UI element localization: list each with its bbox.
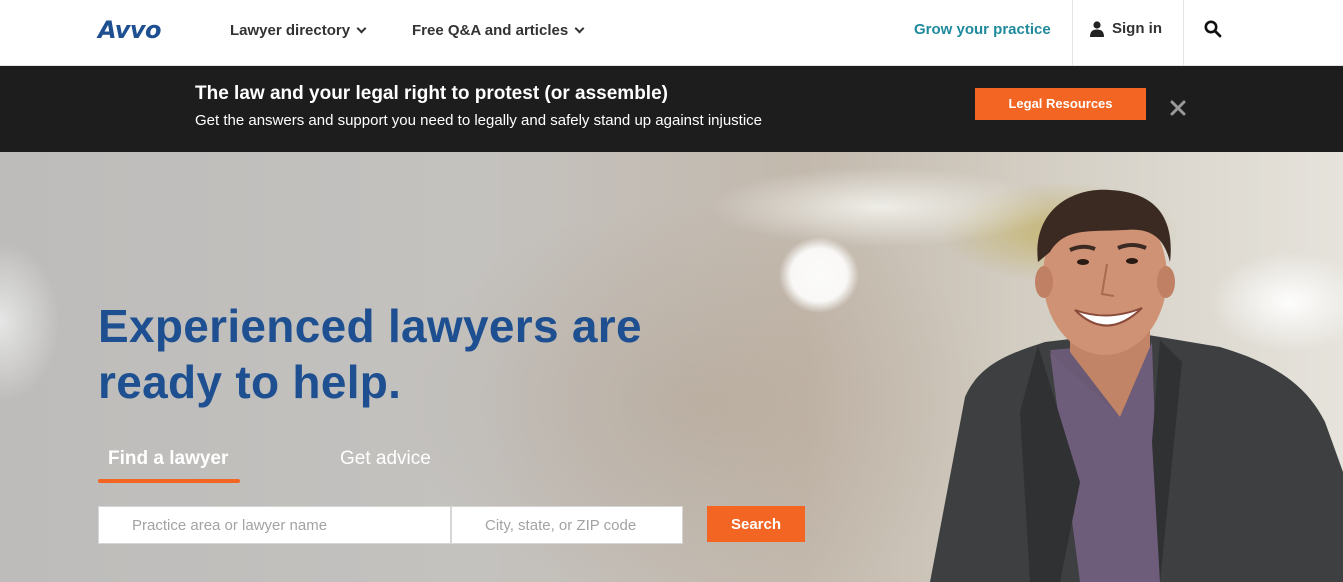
tab-get-advice[interactable]: Get advice — [340, 448, 431, 470]
sign-in-button[interactable]: Sign in — [1090, 20, 1162, 37]
hero-heading: Experienced lawyers are ready to help. — [98, 300, 642, 408]
nav-lawyer-directory[interactable]: Lawyer directory — [230, 22, 367, 39]
banner-title: The law and your legal right to protest … — [195, 83, 668, 104]
tab-find-a-lawyer[interactable]: Find a lawyer — [108, 448, 228, 470]
nav-free-qa-label: Free Q&A and articles — [412, 22, 569, 39]
search-button[interactable]: Search — [707, 506, 805, 542]
sign-in-label: Sign in — [1112, 20, 1162, 37]
active-tab-indicator — [98, 479, 240, 483]
close-icon — [1170, 100, 1186, 116]
chevron-down-icon — [574, 23, 585, 34]
user-icon — [1090, 20, 1104, 37]
location-input[interactable] — [451, 506, 683, 544]
header-divider — [1183, 0, 1184, 66]
avvo-logo[interactable]: Avvo — [98, 16, 162, 44]
nav-free-qa[interactable]: Free Q&A and articles — [412, 22, 585, 39]
site-header: Avvo Lawyer directory Free Q&A and artic… — [0, 0, 1343, 66]
hero-section: Experienced lawyers are ready to help. F… — [0, 152, 1343, 582]
chevron-down-icon — [356, 23, 367, 34]
smiling-lawyer-photo — [930, 189, 1343, 582]
banner-close-button[interactable] — [1168, 98, 1188, 118]
legal-resources-button[interactable]: Legal Resources — [975, 88, 1146, 120]
practice-area-input[interactable] — [98, 506, 451, 544]
protest-banner: The law and your legal right to protest … — [0, 66, 1343, 152]
nav-lawyer-directory-label: Lawyer directory — [230, 22, 351, 39]
header-search-button[interactable] — [1204, 20, 1222, 43]
header-divider — [1072, 0, 1073, 66]
banner-subtitle: Get the answers and support you need to … — [195, 112, 763, 129]
search-icon — [1204, 20, 1222, 38]
grow-your-practice-link[interactable]: Grow your practice — [914, 21, 1051, 38]
